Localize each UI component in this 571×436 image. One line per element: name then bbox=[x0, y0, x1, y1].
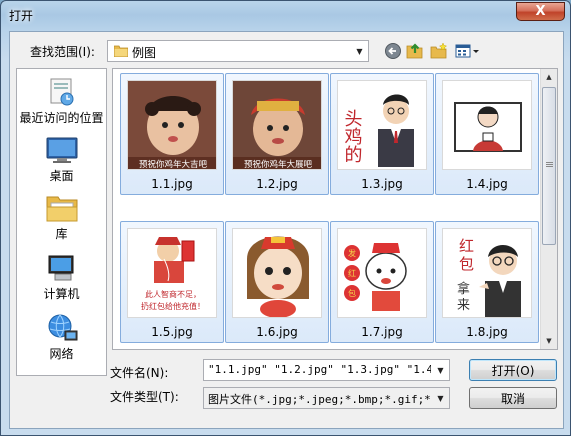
file-name: 1.3.jpg bbox=[361, 177, 403, 191]
thumbnail-image: 预祝你鸡年大吉吧 bbox=[127, 80, 217, 170]
places-bar: 最近访问的位置 桌面 库 计算机 网络 bbox=[16, 68, 107, 376]
place-label: 计算机 bbox=[43, 287, 80, 301]
file-name: 1.5.jpg bbox=[151, 325, 193, 339]
thumbnail-image: 红 包 拿 来 bbox=[442, 228, 532, 318]
title-bar[interactable]: 打开 X bbox=[1, 1, 570, 31]
view-menu-button[interactable] bbox=[454, 41, 482, 61]
thumb-caption: 此人智商不足， bbox=[145, 289, 201, 299]
scroll-down-icon[interactable]: ▼ bbox=[541, 333, 557, 349]
filetype-value: 图片文件(*.jpg;*.jpeg;*.bmp;*.gif;*.p bbox=[208, 393, 431, 406]
file-item-1-8[interactable]: 红 包 拿 来 1.8.jpg bbox=[435, 221, 539, 343]
place-label: 最近访问的位置 bbox=[19, 111, 104, 125]
file-list-view[interactable]: 预祝你鸡年大吉吧 1.1.jpg 预祝你鸡年大展吧 1.2.jpg 头鸡的 1.… bbox=[112, 68, 558, 350]
thumbnail-image bbox=[232, 228, 322, 318]
thumb-caption: 头鸡的 bbox=[342, 109, 363, 164]
scroll-up-icon[interactable]: ▲ bbox=[541, 69, 557, 85]
place-libraries[interactable]: 库 bbox=[17, 193, 106, 242]
thumb-caption: 预祝你鸡年大吉吧 bbox=[139, 159, 208, 170]
file-item-1-3[interactable]: 头鸡的 1.3.jpg bbox=[330, 73, 434, 195]
up-folder-button[interactable] bbox=[406, 41, 424, 61]
filetype-combobox[interactable]: 图片文件(*.jpg;*.jpeg;*.bmp;*.gif;*.p ▼ bbox=[203, 387, 450, 409]
place-label: 库 bbox=[55, 227, 68, 241]
file-name: 1.7.jpg bbox=[361, 325, 403, 339]
folder-icon bbox=[114, 45, 128, 57]
view-menu-icon bbox=[455, 44, 479, 58]
file-item-1-5[interactable]: 此人智商不足， 扔红包给他充值！ 1.5.jpg bbox=[120, 221, 224, 343]
file-item-1-4[interactable]: 1.4.jpg bbox=[435, 73, 539, 195]
computer-icon bbox=[45, 253, 79, 283]
thumb-caption: 红 bbox=[348, 268, 356, 278]
place-recent[interactable]: 最近访问的位置 bbox=[17, 77, 106, 126]
filetype-label: 文件类型(T): bbox=[110, 390, 179, 404]
file-name: 1.6.jpg bbox=[256, 325, 298, 339]
place-label: 网络 bbox=[49, 347, 74, 361]
chevron-down-icon[interactable]: ▼ bbox=[351, 41, 368, 61]
file-item-1-2[interactable]: 预祝你鸡年大展吧 1.2.jpg bbox=[225, 73, 329, 195]
chevron-down-icon[interactable]: ▼ bbox=[432, 360, 449, 380]
close-button[interactable]: X bbox=[516, 2, 565, 21]
thumbnail-image: 头鸡的 bbox=[337, 80, 427, 170]
thumbnail-image: 预祝你鸡年大展吧 bbox=[232, 80, 322, 170]
back-arrow-icon bbox=[385, 43, 401, 59]
file-name: 1.4.jpg bbox=[466, 177, 508, 191]
file-name: 1.8.jpg bbox=[466, 325, 508, 339]
filename-label: 文件名(N): bbox=[110, 366, 169, 380]
filename-value: "1.1.jpg" "1.2.jpg" "1.3.jpg" "1.4.jp bbox=[208, 363, 431, 376]
scrollbar-thumb[interactable] bbox=[542, 87, 556, 245]
file-name: 1.1.jpg bbox=[151, 177, 193, 191]
file-item-1-1[interactable]: 预祝你鸡年大吉吧 1.1.jpg bbox=[120, 73, 224, 195]
libraries-icon bbox=[45, 193, 79, 223]
open-dialog-window: 打开 X 查找范围(I): 例图 ▼ 最近访问的位置 桌面 库 计算机 网络 预… bbox=[0, 0, 571, 436]
back-button[interactable] bbox=[384, 41, 402, 61]
thumb-caption: 包 bbox=[459, 255, 474, 273]
thumb-caption: 红 bbox=[459, 237, 474, 255]
thumbnail-image: 发 红 包 bbox=[337, 228, 427, 318]
chevron-down-icon[interactable]: ▼ bbox=[432, 388, 449, 408]
place-computer[interactable]: 计算机 bbox=[17, 253, 106, 302]
place-network[interactable]: 网络 bbox=[17, 313, 106, 362]
thumb-caption: 来 bbox=[457, 298, 470, 313]
recent-places-icon bbox=[45, 77, 79, 107]
lookin-combobox[interactable]: 例图 ▼ bbox=[107, 40, 369, 62]
file-item-1-7[interactable]: 发 红 包 1.7.jpg bbox=[330, 221, 434, 343]
up-folder-icon bbox=[406, 43, 423, 59]
filename-combobox[interactable]: "1.1.jpg" "1.2.jpg" "1.3.jpg" "1.4.jp ▼ bbox=[203, 359, 450, 381]
open-button[interactable]: 打开(O) bbox=[469, 359, 557, 381]
cancel-button[interactable]: 取消 bbox=[469, 387, 557, 409]
thumb-caption: 扔红包给他充值！ bbox=[141, 301, 205, 311]
new-folder-icon bbox=[430, 42, 448, 59]
network-icon bbox=[45, 313, 79, 343]
thumb-caption: 发 bbox=[348, 248, 356, 258]
vertical-scrollbar[interactable]: ▲ ▼ bbox=[540, 69, 557, 349]
window-title: 打开 bbox=[9, 9, 34, 23]
dialog-client-area: 查找范围(I): 例图 ▼ 最近访问的位置 桌面 库 计算机 网络 预祝你鸡年大… bbox=[9, 31, 564, 429]
file-item-1-6[interactable]: 1.6.jpg bbox=[225, 221, 329, 343]
new-folder-button[interactable] bbox=[430, 41, 448, 61]
lookin-label: 查找范围(I): bbox=[30, 45, 95, 59]
place-label: 桌面 bbox=[49, 169, 74, 183]
file-name: 1.2.jpg bbox=[256, 177, 298, 191]
desktop-icon bbox=[45, 135, 79, 165]
lookin-value: 例图 bbox=[132, 46, 157, 60]
thumb-caption: 预祝你鸡年大展吧 bbox=[244, 159, 313, 170]
thumbnail-image: 此人智商不足， 扔红包给他充值！ bbox=[127, 228, 217, 318]
thumb-caption: 拿 bbox=[457, 281, 470, 297]
thumbnail-image bbox=[442, 80, 532, 170]
thumb-caption: 包 bbox=[348, 288, 356, 298]
place-desktop[interactable]: 桌面 bbox=[17, 135, 106, 184]
close-icon: X bbox=[535, 4, 546, 19]
